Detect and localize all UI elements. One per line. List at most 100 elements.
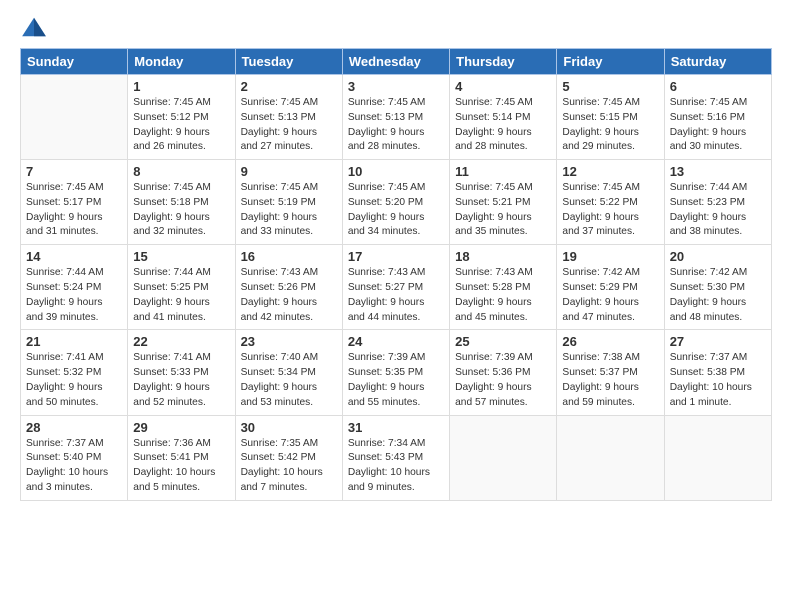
- weekday-tuesday: Tuesday: [235, 49, 342, 75]
- calendar-cell: 31Sunrise: 7:34 AMSunset: 5:43 PMDayligh…: [342, 415, 449, 500]
- cell-info: Sunrise: 7:44 AMSunset: 5:25 PMDaylight:…: [133, 266, 229, 325]
- day-number: 24: [348, 334, 444, 349]
- cell-info: Sunrise: 7:43 AMSunset: 5:27 PMDaylight:…: [348, 266, 444, 325]
- day-number: 1: [133, 79, 229, 94]
- day-number: 28: [26, 420, 122, 435]
- day-number: 13: [670, 164, 766, 179]
- calendar-cell: 10Sunrise: 7:45 AMSunset: 5:20 PMDayligh…: [342, 160, 449, 245]
- day-number: 3: [348, 79, 444, 94]
- day-number: 7: [26, 164, 122, 179]
- cell-info: Sunrise: 7:43 AMSunset: 5:26 PMDaylight:…: [241, 266, 337, 325]
- cell-info: Sunrise: 7:45 AMSunset: 5:13 PMDaylight:…: [241, 96, 337, 155]
- day-number: 11: [455, 164, 551, 179]
- calendar-cell: 25 Sunrise: 7:39 AMSunset: 5:36 PMDayligh…: [450, 330, 557, 415]
- day-number: 15: [133, 249, 229, 264]
- day-number: 16: [241, 249, 337, 264]
- cell-info: Sunrise: 7:41 AMSunset: 5:33 PMDaylight:…: [133, 351, 229, 410]
- weekday-thursday: Thursday: [450, 49, 557, 75]
- cell-info: Sunrise: 7:37 AMSunset: 5:38 PMDaylight:…: [670, 351, 766, 410]
- cell-info: Sunrise: 7:45 AMSunset: 5:13 PMDaylight:…: [348, 96, 444, 155]
- page: SundayMondayTuesdayWednesdayThursdayFrid…: [0, 0, 792, 612]
- calendar-cell: 17 Sunrise: 7:43 AMSunset: 5:27 PMDayligh…: [342, 245, 449, 330]
- day-number: 25: [455, 334, 551, 349]
- calendar-cell: [450, 415, 557, 500]
- day-number: 8: [133, 164, 229, 179]
- calendar-cell: 9 Sunrise: 7:45 AMSunset: 5:19 PMDaylight…: [235, 160, 342, 245]
- day-number: 31: [348, 420, 444, 435]
- day-number: 2: [241, 79, 337, 94]
- day-number: 4: [455, 79, 551, 94]
- cell-info: Sunrise: 7:36 AMSunset: 5:41 PMDaylight:…: [133, 437, 229, 496]
- calendar-cell: [557, 415, 664, 500]
- calendar-cell: 18Sunrise: 7:43 AMSunset: 5:28 PMDayligh…: [450, 245, 557, 330]
- day-number: 10: [348, 164, 444, 179]
- day-number: 17: [348, 249, 444, 264]
- cell-info: Sunrise: 7:37 AMSunset: 5:40 PMDaylight:…: [26, 437, 122, 496]
- cell-info: Sunrise: 7:44 AMSunset: 5:23 PMDaylight:…: [670, 181, 766, 240]
- cell-info: Sunrise: 7:42 AMSunset: 5:29 PMDaylight:…: [562, 266, 658, 325]
- cell-info: Sunrise: 7:45 AMSunset: 5:12 PMDaylight:…: [133, 96, 229, 155]
- day-number: 22: [133, 334, 229, 349]
- logo: [20, 16, 52, 38]
- weekday-sunday: Sunday: [21, 49, 128, 75]
- day-number: 14: [26, 249, 122, 264]
- calendar-cell: 4 Sunrise: 7:45 AMSunset: 5:14 PMDaylight…: [450, 75, 557, 160]
- weekday-header-row: SundayMondayTuesdayWednesdayThursdayFrid…: [21, 49, 772, 75]
- cell-info: Sunrise: 7:45 AMSunset: 5:14 PMDaylight:…: [455, 96, 551, 155]
- calendar-cell: 15 Sunrise: 7:44 AMSunset: 5:25 PMDayligh…: [128, 245, 235, 330]
- day-number: 19: [562, 249, 658, 264]
- calendar-cell: 13 Sunrise: 7:44 AMSunset: 5:23 PMDayligh…: [664, 160, 771, 245]
- calendar-cell: 21Sunrise: 7:41 AMSunset: 5:32 PMDayligh…: [21, 330, 128, 415]
- header: [20, 16, 772, 38]
- calendar-cell: 12 Sunrise: 7:45 AMSunset: 5:22 PMDayligh…: [557, 160, 664, 245]
- cell-info: Sunrise: 7:35 AMSunset: 5:42 PMDaylight:…: [241, 437, 337, 496]
- day-number: 18: [455, 249, 551, 264]
- calendar-cell: 29 Sunrise: 7:36 AMSunset: 5:41 PMDayligh…: [128, 415, 235, 500]
- calendar-cell: 2 Sunrise: 7:45 AMSunset: 5:13 PMDaylight…: [235, 75, 342, 160]
- calendar-cell: 3 Sunrise: 7:45 AMSunset: 5:13 PMDaylight…: [342, 75, 449, 160]
- weekday-friday: Friday: [557, 49, 664, 75]
- calendar-cell: 11 Sunrise: 7:45 AMSunset: 5:21 PMDayligh…: [450, 160, 557, 245]
- calendar-cell: 26 Sunrise: 7:38 AMSunset: 5:37 PMDayligh…: [557, 330, 664, 415]
- calendar-cell: 14 Sunrise: 7:44 AMSunset: 5:24 PMDayligh…: [21, 245, 128, 330]
- day-number: 6: [670, 79, 766, 94]
- calendar-cell: 19 Sunrise: 7:42 AMSunset: 5:29 PMDayligh…: [557, 245, 664, 330]
- week-row-2: 7 Sunrise: 7:45 AMSunset: 5:17 PMDaylight…: [21, 160, 772, 245]
- calendar-cell: [664, 415, 771, 500]
- cell-info: Sunrise: 7:38 AMSunset: 5:37 PMDaylight:…: [562, 351, 658, 410]
- calendar-cell: 28 Sunrise: 7:37 AMSunset: 5:40 PMDayligh…: [21, 415, 128, 500]
- calendar-cell: 20 Sunrise: 7:42 AMSunset: 5:30 PMDayligh…: [664, 245, 771, 330]
- day-number: 30: [241, 420, 337, 435]
- cell-info: Sunrise: 7:41 AMSunset: 5:32 PMDaylight:…: [26, 351, 122, 410]
- calendar-cell: 16 Sunrise: 7:43 AMSunset: 5:26 PMDayligh…: [235, 245, 342, 330]
- cell-info: Sunrise: 7:42 AMSunset: 5:30 PMDaylight:…: [670, 266, 766, 325]
- week-row-1: 1 Sunrise: 7:45 AMSunset: 5:12 PMDaylight…: [21, 75, 772, 160]
- cell-info: Sunrise: 7:39 AMSunset: 5:36 PMDaylight:…: [455, 351, 551, 410]
- cell-info: Sunrise: 7:45 AMSunset: 5:22 PMDaylight:…: [562, 181, 658, 240]
- calendar-cell: 7 Sunrise: 7:45 AMSunset: 5:17 PMDaylight…: [21, 160, 128, 245]
- cell-info: Sunrise: 7:45 AMSunset: 5:15 PMDaylight:…: [562, 96, 658, 155]
- week-row-4: 21Sunrise: 7:41 AMSunset: 5:32 PMDayligh…: [21, 330, 772, 415]
- calendar-cell: 30 Sunrise: 7:35 AMSunset: 5:42 PMDayligh…: [235, 415, 342, 500]
- weekday-monday: Monday: [128, 49, 235, 75]
- logo-icon: [20, 16, 48, 38]
- calendar-cell: 1 Sunrise: 7:45 AMSunset: 5:12 PMDaylight…: [128, 75, 235, 160]
- day-number: 29: [133, 420, 229, 435]
- day-number: 5: [562, 79, 658, 94]
- cell-info: Sunrise: 7:45 AMSunset: 5:19 PMDaylight:…: [241, 181, 337, 240]
- cell-info: Sunrise: 7:39 AMSunset: 5:35 PMDaylight:…: [348, 351, 444, 410]
- calendar-cell: 27Sunrise: 7:37 AMSunset: 5:38 PMDayligh…: [664, 330, 771, 415]
- cell-info: Sunrise: 7:45 AMSunset: 5:21 PMDaylight:…: [455, 181, 551, 240]
- week-row-3: 14 Sunrise: 7:44 AMSunset: 5:24 PMDayligh…: [21, 245, 772, 330]
- calendar-cell: 22 Sunrise: 7:41 AMSunset: 5:33 PMDayligh…: [128, 330, 235, 415]
- day-number: 9: [241, 164, 337, 179]
- weekday-saturday: Saturday: [664, 49, 771, 75]
- day-number: 20: [670, 249, 766, 264]
- day-number: 26: [562, 334, 658, 349]
- cell-info: Sunrise: 7:45 AMSunset: 5:17 PMDaylight:…: [26, 181, 122, 240]
- calendar-cell: 23Sunrise: 7:40 AMSunset: 5:34 PMDayligh…: [235, 330, 342, 415]
- day-number: 12: [562, 164, 658, 179]
- day-number: 23: [241, 334, 337, 349]
- cell-info: Sunrise: 7:44 AMSunset: 5:24 PMDaylight:…: [26, 266, 122, 325]
- calendar-cell: 5 Sunrise: 7:45 AMSunset: 5:15 PMDaylight…: [557, 75, 664, 160]
